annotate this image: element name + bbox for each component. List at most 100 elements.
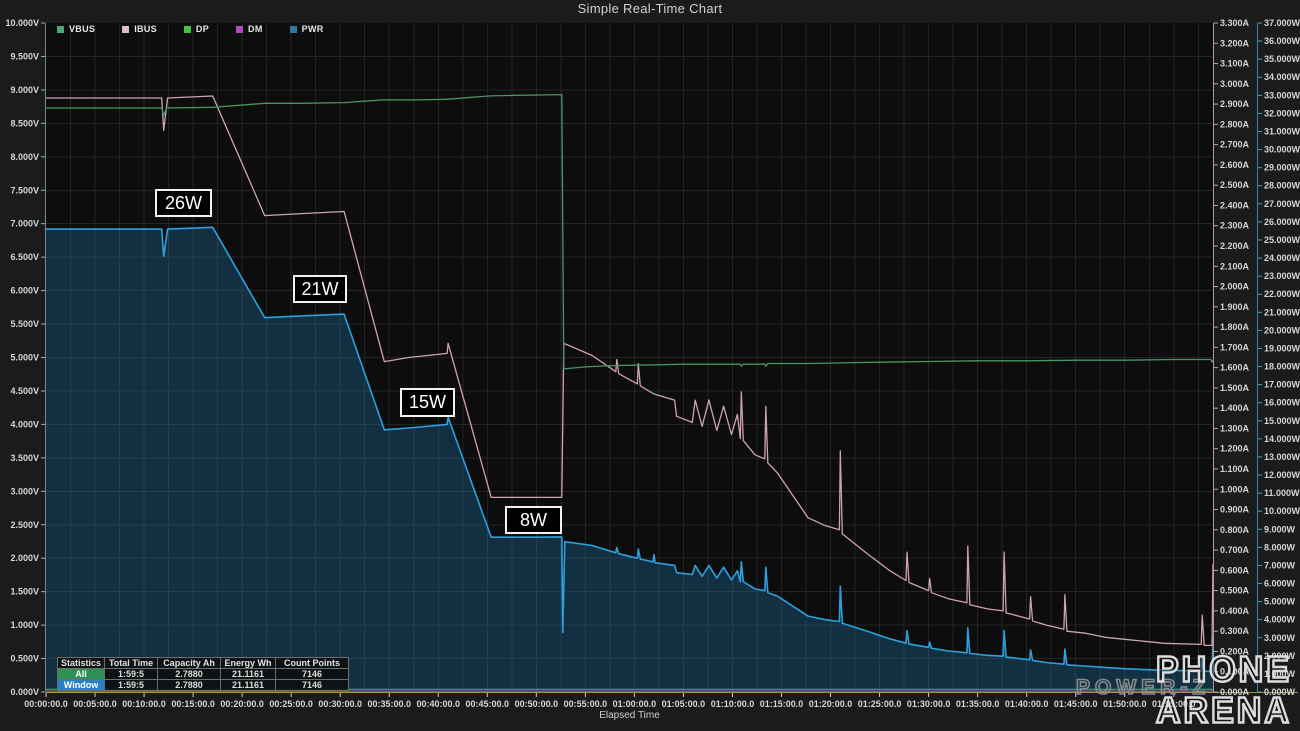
stats-col-count: Count Points xyxy=(276,658,349,669)
axis-tick-label: 3.100A xyxy=(1220,59,1250,69)
axis-tick-label: 1.800A xyxy=(1220,322,1250,332)
axis-tick-label: 37.000W xyxy=(1264,18,1300,28)
axis-tick-label: 5.000V xyxy=(10,353,39,363)
axis-tick-label: 01:15:00.0 xyxy=(760,699,804,709)
annotation-15w: 15W xyxy=(400,388,455,417)
stats-value: 21.1161 xyxy=(221,669,276,680)
axis-tick-label: 3.000V xyxy=(10,486,39,496)
axis-tick-label: 01:50:00.0 xyxy=(1103,699,1147,709)
axis-tick-label: 01:25:00.0 xyxy=(858,699,902,709)
axis-tick-label: 2.300A xyxy=(1220,221,1250,231)
axis-tick-label: 11.000W xyxy=(1264,488,1300,498)
annotation-21w: 21W xyxy=(293,275,347,303)
axis-tick-label: 2.600A xyxy=(1220,160,1250,170)
axis-tick-label: 26.000W xyxy=(1264,217,1300,227)
axis-tick-label: 1.100A xyxy=(1220,464,1250,474)
axis-tick-label: 4.500V xyxy=(10,386,39,396)
stats-value: 2.7880 xyxy=(158,680,221,691)
annotation-8w: 8W xyxy=(505,506,562,534)
axis-tick-label: 2.500A xyxy=(1220,180,1250,190)
axis-tick-label: 15.000W xyxy=(1264,416,1300,426)
axis-tick-label: 25.000W xyxy=(1264,235,1300,245)
axis-tick-label: 1.500V xyxy=(10,587,39,597)
pwr-swatch-icon xyxy=(290,26,297,33)
legend-item-vbus[interactable]: VBUS xyxy=(57,24,95,34)
axis-tick-label: 7.500V xyxy=(10,185,39,195)
axis-tick-label: 19.000W xyxy=(1264,343,1300,353)
axis-tick-label: 4.000W xyxy=(1264,615,1296,625)
axis-tick-label: 00:45:00.0 xyxy=(466,699,510,709)
legend-label: DP xyxy=(196,24,209,34)
axis-tick-label: 0.500V xyxy=(10,654,39,664)
axis-tick-label: 2.900A xyxy=(1220,99,1250,109)
legend-item-dm[interactable]: DM xyxy=(236,24,263,34)
axis-tick-label: 0.600A xyxy=(1220,565,1250,575)
stats-row-label-window: Window xyxy=(58,680,105,691)
axis-tick-label: 00:20:00.0 xyxy=(220,699,264,709)
axis-tick-label: 16.000W xyxy=(1264,398,1300,408)
legend-label: VBUS xyxy=(69,24,95,34)
stats-row-window: Window 1:59:5 2.7880 21.1161 7146 xyxy=(58,680,349,691)
stats-col-energy: Energy Wh xyxy=(221,658,276,669)
stats-row-label-all: All xyxy=(58,669,105,680)
axis-tick-label: 1.200A xyxy=(1220,444,1250,454)
axis-tick-label: 0.700A xyxy=(1220,545,1250,555)
axis-tick-label: 1.700A xyxy=(1220,342,1250,352)
axis-tick-label: 3.300A xyxy=(1220,18,1250,28)
realtime-chart-app: Simple Real-Time Chart 10.000V9.500V9.00… xyxy=(0,0,1300,731)
axis-tick-label: 0.300A xyxy=(1220,626,1250,636)
axis-tick-label: 8.000W xyxy=(1264,542,1296,552)
statistics-table: Statistics Total Time Capacity Ah Energy… xyxy=(57,657,349,691)
axis-tick-label: 28.000W xyxy=(1264,181,1300,191)
legend-item-pwr[interactable]: PWR xyxy=(290,24,324,34)
dm-swatch-icon xyxy=(236,26,243,33)
axis-tick-label: 00:35:00.0 xyxy=(367,699,411,709)
stats-col-statistics: Statistics xyxy=(58,658,105,669)
axis-tick-label: 27.000W xyxy=(1264,199,1300,209)
axis-tick-label: 01:20:00.0 xyxy=(809,699,853,709)
axis-tick-label: 34.000W xyxy=(1264,72,1300,82)
axis-tick-label: 1.300A xyxy=(1220,423,1250,433)
stats-value: 7146 xyxy=(276,680,349,691)
axis-tick-label: 00:25:00.0 xyxy=(269,699,313,709)
axis-tick-label: 36.000W xyxy=(1264,36,1300,46)
axis-tick-label: 10.000V xyxy=(5,18,39,28)
axis-tick-label: 2.800A xyxy=(1220,119,1250,129)
axis-tick-label: 13.000W xyxy=(1264,452,1300,462)
axis-tick-label: 2.500V xyxy=(10,520,39,530)
legend-item-dp[interactable]: DP xyxy=(184,24,209,34)
stats-value: 1:59:5 xyxy=(105,680,158,691)
legend-label: PWR xyxy=(302,24,324,34)
axis-tick-label: 35.000W xyxy=(1264,54,1300,64)
axis-tick-label: 9.000V xyxy=(10,85,39,95)
phonearena-watermark-line2: ARENA xyxy=(1156,693,1292,729)
chart-canvas[interactable]: 10.000V9.500V9.000V8.500V8.000V7.500V7.0… xyxy=(0,0,1300,731)
axis-tick-label: 12.000W xyxy=(1264,470,1300,480)
axis-tick-label: 2.200A xyxy=(1220,241,1250,251)
legend-item-ibus[interactable]: IBUS xyxy=(122,24,157,34)
stats-value: 1:59:5 xyxy=(105,669,158,680)
stats-value: 21.1161 xyxy=(221,680,276,691)
axis-tick-label: 3.000A xyxy=(1220,79,1250,89)
legend: VBUS IBUS DP DM PWR xyxy=(57,24,324,34)
stats-header-row: Statistics Total Time Capacity Ah Energy… xyxy=(58,658,349,669)
axis-tick-label: 30.000W xyxy=(1264,145,1300,155)
axis-tick-label: 01:30:00.0 xyxy=(907,699,951,709)
axis-tick-label: 1.400A xyxy=(1220,403,1250,413)
axis-tick-label: 22.000W xyxy=(1264,289,1300,299)
axis-tick-label: 00:05:00.0 xyxy=(73,699,117,709)
axis-tick-label: 2.000A xyxy=(1220,282,1250,292)
axis-tick-label: 6.000W xyxy=(1264,579,1296,589)
axis-tick-label: 2.400A xyxy=(1220,200,1250,210)
axis-tick-label: 7.000V xyxy=(10,219,39,229)
axis-tick-label: 1.500A xyxy=(1220,383,1250,393)
axis-tick-label: 3.200A xyxy=(1220,38,1250,48)
vbus-swatch-icon xyxy=(57,26,64,33)
axis-tick-label: 0.000V xyxy=(10,687,39,697)
axis-tick-label: 00:50:00.0 xyxy=(515,699,559,709)
axis-tick-label: 1.900A xyxy=(1220,302,1250,312)
axis-tick-label: 01:40:00.0 xyxy=(1005,699,1049,709)
axis-tick-label: 01:00:00.0 xyxy=(613,699,657,709)
axis-tick-label: 33.000W xyxy=(1264,90,1300,100)
axis-tick-label: 01:35:00.0 xyxy=(956,699,1000,709)
